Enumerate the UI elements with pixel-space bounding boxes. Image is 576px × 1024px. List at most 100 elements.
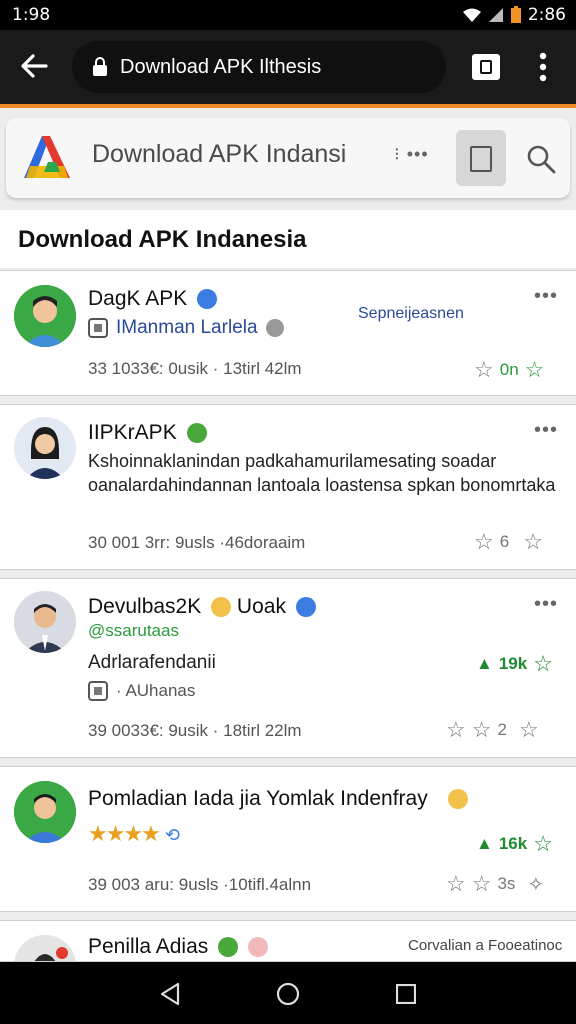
post-trend: ▲ 19k ☆: [476, 651, 553, 677]
battery-icon: [510, 6, 521, 23]
post-handle[interactable]: @ssarutaas: [88, 621, 179, 641]
post-trend: ▲ 16k ☆: [476, 831, 553, 857]
post-card[interactable]: Devulbas2K Uoak @ssarutaas ••• Adrlarafe…: [0, 578, 576, 758]
post-stats: ☆ ☆ 2 ☆: [446, 717, 539, 743]
info-icon: [265, 319, 284, 337]
verified-icon: [295, 597, 316, 618]
search-icon[interactable]: [526, 144, 556, 174]
post-meta: 30 001 3rr: 9usls ·46doraaim: [88, 533, 306, 552]
star-outline-icon[interactable]: ☆: [474, 529, 494, 555]
more-options-icon[interactable]: •••: [534, 593, 558, 616]
rating-stars: ★★★★ ⟲: [88, 821, 180, 846]
stat-value: 6: [499, 532, 510, 551]
post-source: · AUhanas: [116, 681, 196, 700]
star-outline-icon[interactable]: ☆: [472, 717, 492, 743]
stat-value: 19k: [498, 654, 528, 673]
site-logo-icon[interactable]: [20, 132, 74, 182]
emoji-icon: [447, 789, 468, 810]
star-green-icon[interactable]: ☆: [525, 357, 545, 383]
bookmark-icon: [470, 146, 492, 172]
post-card[interactable]: DagK APK IManman Larlela Sepneijeasnen •…: [0, 270, 576, 396]
verified-icon: [197, 289, 218, 310]
stat-value: 0n: [499, 360, 519, 379]
stat-value: 3s: [497, 874, 516, 893]
verified-icon: [186, 423, 207, 444]
url-bar[interactable]: Download APK Ilthesis: [72, 41, 446, 93]
stat-value: 2: [497, 720, 507, 739]
post-author-name: DagK APK: [88, 287, 188, 310]
post-tag[interactable]: Corvalian a Fooeatinoc: [408, 937, 562, 954]
post-stats: ☆ ☆ 3s ✧: [446, 871, 544, 897]
post-tag[interactable]: Sepneijeasnen: [358, 305, 464, 323]
status-icons: 2:86: [462, 5, 566, 25]
post-author-name: Penilla Adias: [88, 935, 209, 958]
avatar[interactable]: [14, 285, 76, 347]
post-meta: 39 003 aru: 9usls ·10tifl.4alnn: [88, 875, 312, 894]
verified-icon: [218, 937, 239, 958]
emoji-icon: [211, 597, 232, 618]
post-author[interactable]: Penilla Adias: [88, 935, 268, 959]
post-card[interactable]: IIPKrAPK ••• Kshoinnaklanindan padkahamu…: [0, 404, 576, 570]
star-outline-icon[interactable]: ☆: [472, 871, 492, 897]
post-author-suffix: Uoak: [236, 595, 286, 618]
tabs-icon: [480, 60, 492, 74]
post-stats: ☆ 0n ☆: [474, 357, 544, 383]
post-author[interactable]: Devulbas2K Uoak: [88, 595, 316, 619]
more-options-icon[interactable]: •••: [534, 419, 558, 442]
star-outline-icon[interactable]: ☆: [446, 717, 466, 743]
site-dots: ⁝ •••: [394, 144, 429, 164]
toolbar-accent-line: [0, 104, 576, 108]
back-arrow-icon[interactable]: [20, 53, 48, 79]
star-outline-icon[interactable]: ☆: [474, 357, 494, 383]
star-outline-icon[interactable]: ☆: [523, 529, 543, 555]
star-outline-icon[interactable]: ☆: [446, 871, 466, 897]
overflow-menu-icon[interactable]: [538, 52, 548, 82]
post-card[interactable]: Pomladian Iada jia Yomlak Indenfray ★★★★…: [0, 766, 576, 912]
app-icon: [88, 681, 108, 701]
star-green-icon[interactable]: ☆: [533, 831, 553, 857]
stat-value: 16k: [498, 834, 528, 853]
nav-home-icon[interactable]: [276, 982, 300, 1006]
post-source-row: · AUhanas: [88, 681, 195, 701]
avatar[interactable]: [14, 417, 76, 479]
page-title: Download APK Indanesia: [18, 226, 307, 253]
more-options-icon[interactable]: •••: [534, 285, 558, 308]
browser-toolbar: Download APK Ilthesis: [0, 30, 576, 104]
heart-icon: [247, 937, 268, 958]
tabs-button[interactable]: [472, 54, 500, 80]
post-meta: 39 0033€: 9usik · 18tirl 22lm: [88, 721, 302, 740]
status-time-right: 2:86: [527, 5, 566, 25]
site-title[interactable]: Download APK Indansi: [92, 140, 346, 169]
post-author-name: Devulbas2K: [88, 595, 202, 618]
post-author[interactable]: DagK APK: [88, 287, 218, 311]
nav-back-icon[interactable]: [158, 982, 182, 1006]
site-header: Download APK Indansi ⁝ •••: [6, 118, 570, 198]
bookmark-button[interactable]: [456, 130, 506, 186]
post-subtitle-row: IManman Larlela: [88, 317, 284, 339]
trend-up-icon: ▲: [476, 834, 493, 853]
post-author[interactable]: IIPKrAPK: [88, 421, 207, 445]
status-bar: 1:98 2:86: [0, 0, 576, 30]
page-heading-bar: Download APK Indanesia: [0, 210, 576, 268]
lock-icon: [93, 57, 107, 76]
navigate-icon[interactable]: ✧: [527, 872, 544, 897]
post-author-name: Pomladian Iada jia Yomlak Indenfray: [88, 787, 428, 810]
system-nav-bar: [0, 962, 576, 1024]
nav-recents-icon[interactable]: [396, 984, 416, 1004]
post-subtitle: IManman Larlela: [116, 317, 258, 338]
post-card[interactable]: Penilla Adias Corvalian a Fooeatinoc: [0, 920, 576, 962]
post-author[interactable]: Pomladian Iada jia Yomlak Indenfray: [88, 787, 468, 811]
share-icon[interactable]: ⟲: [165, 825, 180, 845]
post-stats: ☆ 6 ☆: [474, 529, 543, 555]
avatar[interactable]: [14, 781, 76, 843]
avatar[interactable]: [14, 935, 76, 961]
star-outline-icon[interactable]: ☆: [519, 717, 539, 743]
trend-up-icon: ▲: [476, 654, 493, 673]
post-text: Kshoinnaklanindan padkahamurilamesating …: [88, 451, 556, 495]
signal-icon: [488, 8, 503, 22]
avatar[interactable]: [14, 591, 76, 653]
url-text: Download APK Ilthesis: [120, 55, 322, 78]
star-green-icon[interactable]: ☆: [533, 651, 553, 677]
post-author-name: IIPKrAPK: [88, 421, 177, 444]
app-icon: [88, 318, 108, 338]
